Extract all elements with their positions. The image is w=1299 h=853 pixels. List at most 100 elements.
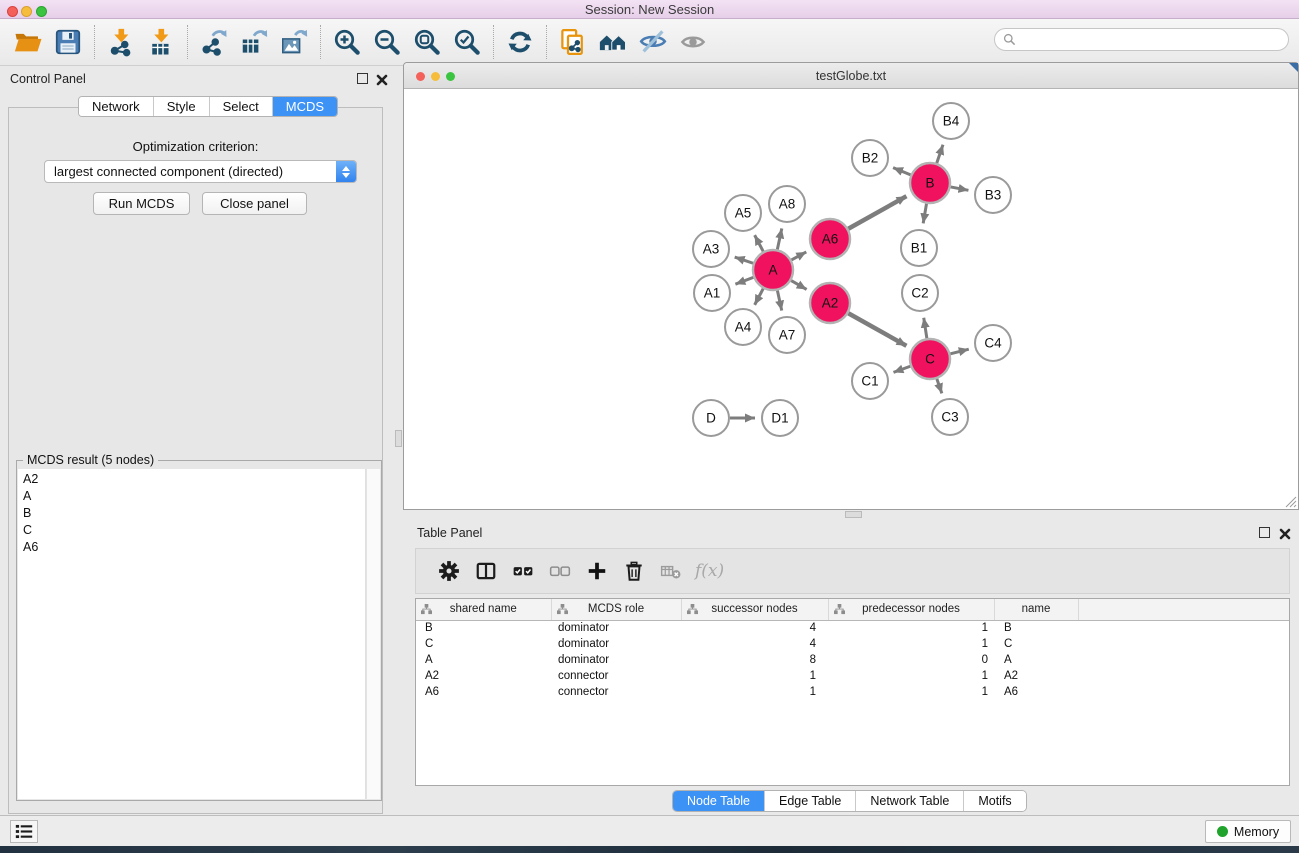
- table-cell[interactable]: A2: [416, 668, 551, 684]
- eye-icon[interactable]: [673, 23, 713, 61]
- graph-edge-A-A4[interactable]: [755, 289, 764, 305]
- zoom-in-icon[interactable]: [327, 23, 367, 61]
- tab-network[interactable]: Network: [79, 97, 154, 116]
- mcds-result-item[interactable]: A2: [18, 471, 365, 488]
- graph-edge-B-B3[interactable]: [951, 187, 969, 190]
- table-cell[interactable]: connector: [551, 684, 681, 700]
- resize-grip-icon[interactable]: [1283, 494, 1297, 508]
- window-corner-icon[interactable]: [1289, 63, 1298, 72]
- table-row[interactable]: A2connector11A2: [416, 668, 1289, 684]
- column-header-shared-name[interactable]: shared name: [416, 599, 551, 620]
- table-cell[interactable]: B: [416, 620, 551, 636]
- delete-table-icon[interactable]: [652, 553, 689, 589]
- table-cell[interactable]: 1: [681, 668, 828, 684]
- graph-edge-C-C1[interactable]: [893, 366, 910, 372]
- graph-edge-A-A6[interactable]: [791, 252, 806, 260]
- column-header-predecessor-nodes[interactable]: predecessor nodes: [828, 599, 994, 620]
- export-image-icon[interactable]: [274, 23, 314, 61]
- graph-edge-B-B1[interactable]: [923, 204, 926, 224]
- add-row-icon[interactable]: [578, 553, 615, 589]
- open-file-icon[interactable]: [8, 23, 48, 61]
- zoom-selected-icon[interactable]: [447, 23, 487, 61]
- mcds-result-item[interactable]: A6: [18, 539, 365, 556]
- deselect-all-icon[interactable]: [541, 553, 578, 589]
- export-table-icon[interactable]: [234, 23, 274, 61]
- table-cell[interactable]: 1: [828, 620, 994, 636]
- search-input[interactable]: [1021, 31, 1288, 49]
- table-cell[interactable]: dominator: [551, 636, 681, 652]
- table-cell[interactable]: 1: [681, 684, 828, 700]
- network-canvas[interactable]: AA1A2A3A4A5A6A7A8BB1B2B3B4CC1C2C3C4DD1: [404, 89, 1298, 509]
- table-cell[interactable]: C: [994, 636, 1078, 652]
- table-cell[interactable]: C: [416, 636, 551, 652]
- table-cell[interactable]: 1: [828, 636, 994, 652]
- function-builder-icon[interactable]: f(x): [695, 561, 724, 581]
- graph-edge-A-A5[interactable]: [755, 235, 764, 251]
- dropdown-stepper-icon[interactable]: [336, 161, 356, 182]
- mcds-result-item[interactable]: A: [18, 488, 365, 505]
- table-cell[interactable]: dominator: [551, 620, 681, 636]
- graph-edge-A-A7[interactable]: [777, 291, 781, 311]
- table-cell[interactable]: 1: [828, 668, 994, 684]
- table-cell[interactable]: dominator: [551, 652, 681, 668]
- graph-edge-A-A1[interactable]: [735, 277, 753, 284]
- tab-node-table[interactable]: Node Table: [673, 791, 765, 811]
- table-cell[interactable]: A: [994, 652, 1078, 668]
- table-cell[interactable]: A2: [994, 668, 1078, 684]
- graph-edge-C-C3[interactable]: [937, 379, 942, 394]
- close-panel-icon[interactable]: [376, 73, 388, 85]
- tab-network-table[interactable]: Network Table: [856, 791, 964, 811]
- settings-gear-icon[interactable]: [430, 553, 467, 589]
- eye-slash-icon[interactable]: [633, 23, 673, 61]
- table-cell[interactable]: 0: [828, 652, 994, 668]
- houses-icon[interactable]: [593, 23, 633, 61]
- export-network-icon[interactable]: [194, 23, 234, 61]
- vertical-splitter-handle[interactable]: [395, 430, 402, 447]
- table-cell[interactable]: 4: [681, 620, 828, 636]
- column-header-mcds-role[interactable]: MCDS role: [551, 599, 681, 620]
- close-panel-button[interactable]: Close panel: [202, 192, 307, 215]
- task-history-button[interactable]: [10, 820, 38, 843]
- result-scrollbar[interactable]: [366, 469, 380, 799]
- graph-edge-A2-C[interactable]: [848, 313, 906, 346]
- graph-edge-A-A8[interactable]: [777, 228, 781, 249]
- table-cell[interactable]: 8: [681, 652, 828, 668]
- zoom-fit-icon[interactable]: [407, 23, 447, 61]
- table-row[interactable]: Adominator80A: [416, 652, 1289, 668]
- table-cell[interactable]: A: [416, 652, 551, 668]
- table-row[interactable]: Bdominator41B: [416, 620, 1289, 636]
- tab-style[interactable]: Style: [154, 97, 210, 116]
- import-table-icon[interactable]: [141, 23, 181, 61]
- graph-edge-C-C4[interactable]: [950, 349, 968, 354]
- select-all-icon[interactable]: [504, 553, 541, 589]
- column-header-successor-nodes[interactable]: successor nodes: [681, 599, 828, 620]
- network-window-titlebar[interactable]: testGlobe.txt: [404, 63, 1298, 89]
- duplicate-network-icon[interactable]: [553, 23, 593, 61]
- float-table-panel-icon[interactable]: [1259, 527, 1270, 538]
- tab-select[interactable]: Select: [210, 97, 273, 116]
- save-icon[interactable]: [48, 23, 88, 61]
- mcds-result-item[interactable]: B: [18, 505, 365, 522]
- close-table-panel-icon[interactable]: [1279, 527, 1291, 539]
- graph-edge-B-B4[interactable]: [937, 145, 943, 163]
- import-network-icon[interactable]: [101, 23, 141, 61]
- table-cell[interactable]: 1: [828, 684, 994, 700]
- table-cell[interactable]: A6: [416, 684, 551, 700]
- tab-motifs[interactable]: Motifs: [964, 791, 1025, 811]
- horizontal-splitter-handle[interactable]: [845, 511, 862, 518]
- zoom-out-icon[interactable]: [367, 23, 407, 61]
- graph-edge-A6-B[interactable]: [848, 196, 906, 229]
- delete-row-icon[interactable]: [615, 553, 652, 589]
- table-row[interactable]: A6connector11A6: [416, 684, 1289, 700]
- criterion-dropdown[interactable]: largest connected component (directed): [44, 160, 357, 183]
- table-cell[interactable]: B: [994, 620, 1078, 636]
- table-cell[interactable]: 4: [681, 636, 828, 652]
- graph-edge-B-B2[interactable]: [893, 168, 911, 175]
- table-row[interactable]: Cdominator41C: [416, 636, 1289, 652]
- run-mcds-button[interactable]: Run MCDS: [93, 192, 190, 215]
- graph-edge-A-A3[interactable]: [735, 257, 753, 263]
- tab-edge-table[interactable]: Edge Table: [765, 791, 856, 811]
- refresh-icon[interactable]: [500, 23, 540, 61]
- table-cell[interactable]: connector: [551, 668, 681, 684]
- show-columns-icon[interactable]: [467, 553, 504, 589]
